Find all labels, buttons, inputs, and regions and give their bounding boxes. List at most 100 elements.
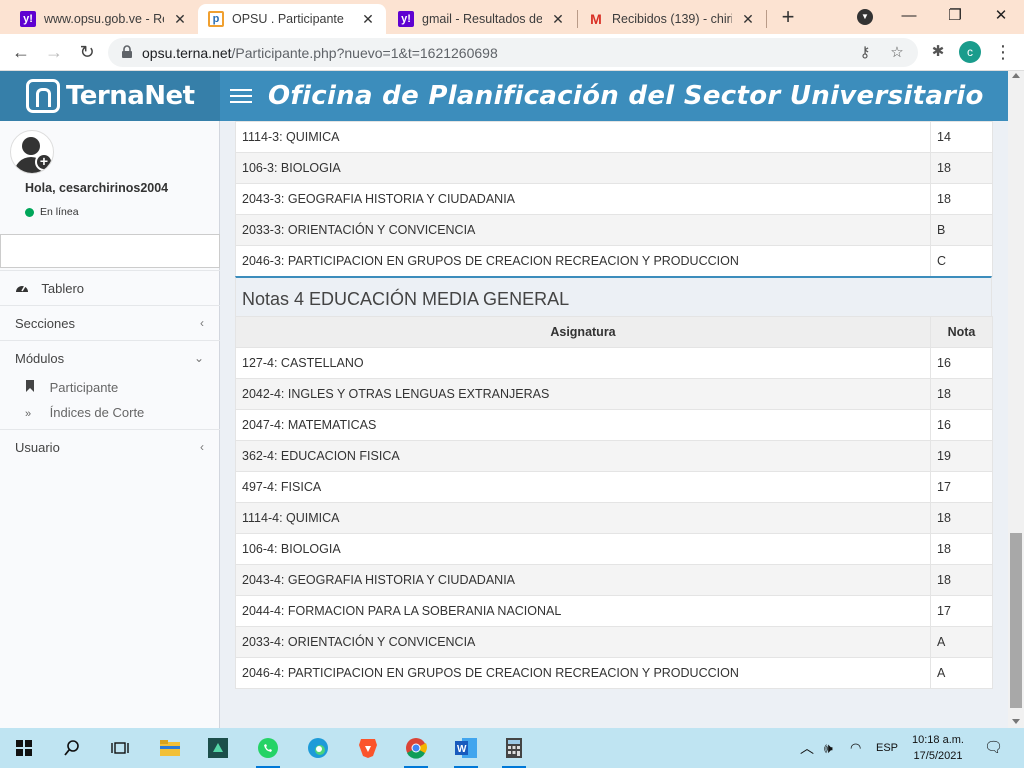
whatsapp-icon[interactable] <box>254 734 282 768</box>
search-icon[interactable] <box>58 734 86 762</box>
address-bar[interactable]: opsu.terna.net/Participante.php?nuevo=1&… <box>108 38 918 67</box>
table-row: 362-4: EDUCACION FISICA 19 <box>235 440 993 472</box>
browser-tab-strip: y! www.opsu.gob.ve - Res ✕ p OPSU . Part… <box>0 0 1024 34</box>
task-view-icon[interactable] <box>106 734 134 762</box>
forward-arrow-icon[interactable]: → <box>42 40 66 64</box>
yahoo-icon: y! <box>398 11 414 27</box>
browser-tab[interactable]: M Recibidos (139) - chirin ✕ <box>578 4 766 34</box>
extensions-icon[interactable]: ✱ <box>928 42 948 62</box>
new-tab-icon[interactable]: + <box>776 6 800 30</box>
browser-tab-active[interactable]: p OPSU . Participante ✕ <box>198 4 386 34</box>
add-user-icon: + <box>35 153 53 171</box>
close-tab-icon[interactable]: ✕ <box>172 11 188 27</box>
chevron-left-icon: ‹ <box>200 316 204 330</box>
browser-tab[interactable]: y! www.opsu.gob.ve - Res ✕ <box>10 4 198 34</box>
table-row: 106-3: BIOLOGIA 18 <box>235 152 993 184</box>
sidebar-item-usuario[interactable]: Usuario ‹ <box>0 429 220 464</box>
status-text: En línea <box>40 206 79 218</box>
minimize-icon[interactable]: — <box>886 4 932 30</box>
tab-search-icon[interactable]: ▼ <box>857 9 873 25</box>
table-row: 2033-3: ORIENTACIÓN Y CONVICENCIA B <box>235 214 993 246</box>
column-header-asignatura[interactable]: Asignatura <box>235 316 931 348</box>
submenu-item-label: Índices de Corte <box>49 405 145 420</box>
grades-4-box: Notas 4 EDUCACIÓN MEDIA GENERAL Asignatu… <box>235 276 993 689</box>
subject-cell: 2047-4: MATEMATICAS <box>235 409 931 441</box>
table-row: 106-4: BIOLOGIA 18 <box>235 533 993 565</box>
double-chevron-right-icon: » <box>25 408 32 420</box>
sidebar: + Hola, cesarchirinos2004 En línea Table… <box>0 121 220 728</box>
column-header-nota[interactable]: Nota <box>930 316 993 348</box>
table-row: 2042-4: INGLES Y OTRAS LENGUAS EXTRANJER… <box>235 378 993 410</box>
sidebar-item-tablero[interactable]: Tablero <box>0 270 220 305</box>
url-text[interactable]: opsu.terna.net/Participante.php?nuevo=1&… <box>142 45 498 61</box>
mail-app-icon[interactable] <box>204 734 232 762</box>
logo-text: TernaNet <box>66 81 195 111</box>
scroll-down-icon[interactable] <box>1012 719 1020 724</box>
brave-browser-icon[interactable] <box>354 734 382 762</box>
grade-cell: C <box>930 245 993 277</box>
url-host: opsu.terna.net <box>142 45 232 61</box>
clock-date: 17/5/2021 <box>913 750 963 762</box>
sidebar-item-modulos[interactable]: Módulos ⌄ <box>0 340 220 375</box>
page-scrollbar[interactable] <box>1008 71 1024 728</box>
grade-cell: 16 <box>930 347 993 379</box>
bookmark-icon <box>25 377 39 402</box>
notifications-icon[interactable]: 🗨 <box>984 728 1003 768</box>
subject-cell: 2043-3: GEOGRAFIA HISTORIA Y CIUDADANIA <box>235 183 931 215</box>
language-indicator[interactable]: ESP <box>876 728 898 768</box>
file-explorer-icon[interactable] <box>156 734 184 762</box>
clock[interactable]: 10:18 a.m. 17/5/2021 <box>906 732 970 764</box>
grade-cell: B <box>930 214 993 246</box>
wifi-icon[interactable]: ◠ <box>850 728 861 768</box>
hamburger-menu-icon[interactable] <box>230 85 252 107</box>
table-row: 2046-4: PARTICIPACION EN GRUPOS DE CREAC… <box>235 657 993 689</box>
chrome-browser-icon[interactable] <box>402 734 430 768</box>
submenu-item-participante[interactable]: Participante <box>0 375 220 400</box>
scrollbar-thumb[interactable] <box>1010 533 1022 708</box>
browser-tab[interactable]: y! gmail - Resultados de la ✕ <box>388 4 576 34</box>
restore-icon[interactable]: ❐ <box>932 4 978 30</box>
calculator-icon[interactable] <box>500 734 528 768</box>
page-header: TernaNet Oficina de Planificación del Se… <box>0 71 1008 121</box>
window-close-icon[interactable]: ✕ <box>978 4 1024 30</box>
grade-cell: 14 <box>930 121 993 153</box>
dashboard-icon <box>15 271 33 306</box>
subject-cell: 2033-4: ORIENTACIÓN Y CONVICENCIA <box>235 626 931 658</box>
subject-cell: 2046-3: PARTICIPACION EN GRUPOS DE CREAC… <box>235 245 931 277</box>
sidebar-search-input[interactable] <box>0 234 220 268</box>
profile-avatar[interactable]: c <box>959 41 981 63</box>
word-app-icon[interactable]: W <box>452 734 480 768</box>
user-panel: + Hola, cesarchirinos2004 En línea <box>0 121 219 233</box>
grade-cell: 18 <box>930 152 993 184</box>
ternanet-icon: p <box>208 11 224 27</box>
submenu-item-indices-de-corte[interactable]: » Índices de Corte <box>0 400 220 425</box>
close-tab-icon[interactable]: ✕ <box>740 11 756 27</box>
grade-cell: A <box>930 657 993 689</box>
clock-time: 10:18 a.m. <box>912 734 964 746</box>
subject-cell: 1114-4: QUIMICA <box>235 502 931 534</box>
browser-menu-icon[interactable]: ⋮ <box>994 42 1012 62</box>
scroll-up-icon[interactable] <box>1012 73 1020 78</box>
edge-browser-icon[interactable] <box>304 734 332 762</box>
logo[interactable]: TernaNet <box>0 71 220 121</box>
star-icon[interactable]: ☆ <box>888 44 906 62</box>
ternanet-logo-icon <box>26 79 60 113</box>
close-tab-icon[interactable]: ✕ <box>550 11 566 27</box>
table-row: 127-4: CASTELLANO 16 <box>235 347 993 379</box>
chevron-left-icon: ‹ <box>200 440 204 454</box>
key-icon[interactable]: ⚷ <box>856 44 874 62</box>
grades-3-table-box: 1114-3: QUIMICA 14 106-3: BIOLOGIA 18 2043-3… <box>235 121 993 277</box>
grade-cell: 18 <box>930 183 993 215</box>
chevron-up-icon[interactable]: ︿ <box>800 728 814 768</box>
subject-cell: 127-4: CASTELLANO <box>235 347 931 379</box>
close-tab-icon[interactable]: ✕ <box>360 11 376 27</box>
lock-icon[interactable] <box>120 45 134 59</box>
speaker-icon[interactable]: 🕪 <box>824 728 833 768</box>
windows-start-icon[interactable] <box>10 734 38 762</box>
grades-4-table: Asignatura Nota 127-4: CASTELLANO 16 2042-… <box>235 316 993 689</box>
reload-icon[interactable]: ↻ <box>75 40 99 64</box>
user-status: En línea <box>25 206 79 218</box>
sidebar-item-secciones[interactable]: Secciones ‹ <box>0 305 220 340</box>
gmail-icon: M <box>590 11 602 27</box>
back-arrow-icon[interactable]: ← <box>9 40 33 64</box>
